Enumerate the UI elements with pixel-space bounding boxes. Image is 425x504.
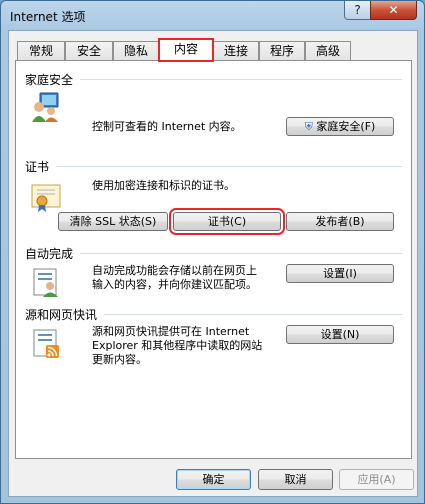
tab-advanced[interactable]: 高级 xyxy=(305,41,351,60)
tab-privacy[interactable]: 隐私 xyxy=(113,41,159,60)
certificates-divider xyxy=(56,166,402,167)
help-button[interactable]: ? xyxy=(344,1,371,20)
autocomplete-description-line2: 输入的内容，并向你建议匹配项。 xyxy=(92,278,257,291)
tab-connections[interactable]: 连接 xyxy=(213,41,259,60)
autocomplete-divider xyxy=(80,253,402,254)
family-safety-button-label: 家庭安全(F) xyxy=(316,120,376,133)
feeds-group-title: 源和网页快讯 xyxy=(25,308,98,322)
title-bar[interactable]: Internet 选项 ? ✕ xyxy=(1,1,424,31)
feeds-icon xyxy=(33,329,59,358)
tab-security[interactable]: 安全 xyxy=(65,41,113,60)
internet-options-window: Internet 选项 ? ✕ 常规 安全 隐私 内容 连接 程序 高级 家庭安… xyxy=(0,0,425,504)
family-safety-divider xyxy=(80,79,402,80)
autocomplete-group-title: 自动完成 xyxy=(25,247,74,261)
feeds-description-line3: 更新内容。 xyxy=(92,353,147,366)
clear-ssl-state-button[interactable]: 清除 SSL 状态(S) xyxy=(58,212,168,231)
dialog-client: 常规 安全 隐私 内容 连接 程序 高级 家庭安全 控制可查看的 Interne… xyxy=(8,30,418,497)
certificates-group-title: 证书 xyxy=(25,160,50,174)
publishers-button[interactable]: 发布者(B) xyxy=(286,212,394,231)
family-safety-button[interactable]: ⛨ 家庭安全(F) xyxy=(286,117,394,136)
feeds-description-line2: Explorer 和其他程序中读取的网站 xyxy=(92,339,263,352)
content-tab-panel: 家庭安全 控制可查看的 Internet 内容。 ⛨ 家庭安全(F) 证书 使用… xyxy=(15,60,412,459)
shield-icon: ⛨ xyxy=(304,120,313,133)
close-button[interactable]: ✕ xyxy=(370,1,417,20)
tab-content[interactable]: 内容 xyxy=(158,38,214,62)
certificate-icon xyxy=(31,184,61,212)
apply-button[interactable]: 应用(A) xyxy=(339,469,414,490)
ok-button[interactable]: 确定 xyxy=(176,469,251,490)
autocomplete-icon xyxy=(33,268,58,297)
feeds-settings-button[interactable]: 设置(N) xyxy=(286,325,394,344)
family-safety-description: 控制可查看的 Internet 内容。 xyxy=(92,120,242,133)
certificates-button[interactable]: 证书(C) xyxy=(169,208,285,235)
tab-programs[interactable]: 程序 xyxy=(259,41,305,60)
cancel-button[interactable]: 取消 xyxy=(258,469,333,490)
window-title: Internet 选项 xyxy=(10,10,86,24)
feeds-description-line1: 源和网页快讯提供可在 Internet xyxy=(92,325,250,338)
tab-general[interactable]: 常规 xyxy=(17,41,65,60)
family-safety-group-title: 家庭安全 xyxy=(25,73,74,87)
autocomplete-settings-button[interactable]: 设置(I) xyxy=(286,264,394,283)
autocomplete-description-line1: 自动完成功能会存储以前在网页上 xyxy=(92,264,257,277)
feeds-divider xyxy=(104,314,402,315)
family-safety-icon xyxy=(32,92,59,122)
certificates-description: 使用加密连接和标识的证书。 xyxy=(92,179,235,192)
